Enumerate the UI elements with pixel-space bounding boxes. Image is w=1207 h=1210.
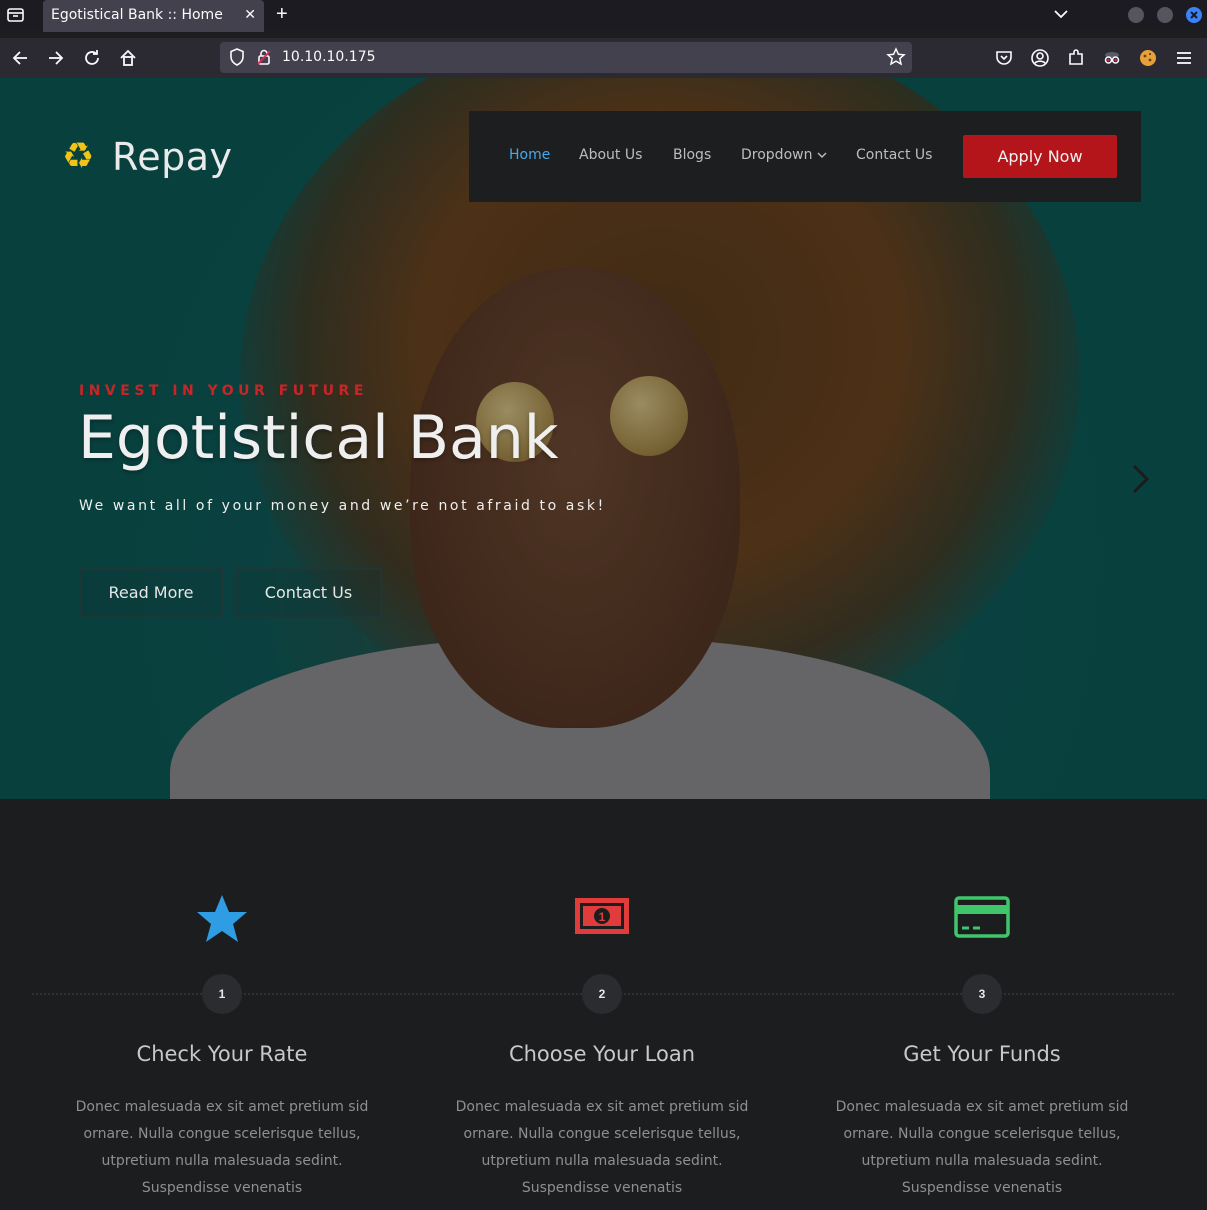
apply-now-button[interactable]: Apply Now	[963, 135, 1117, 178]
nav-contact[interactable]: Contact Us	[856, 147, 932, 163]
close-window-button[interactable]	[1186, 7, 1202, 23]
recycle-icon: ♻	[62, 135, 95, 176]
bookmark-star-icon[interactable]	[886, 47, 906, 67]
hero-title: Egotistical Bank	[78, 403, 559, 473]
browser-tab-bar: Egotistical Bank :: Home ✕ +	[0, 0, 1207, 32]
spy-extension-icon[interactable]	[1102, 48, 1122, 68]
chevron-down-icon[interactable]	[1052, 5, 1070, 23]
main-nav: Home About Us Blogs Dropdown Contact Us …	[469, 111, 1141, 202]
hero-subtitle: We want all of your money and we’re not …	[79, 498, 606, 514]
menu-icon[interactable]	[1174, 48, 1194, 68]
star-icon	[32, 893, 412, 945]
insecure-lock-icon[interactable]	[254, 47, 274, 67]
nav-about[interactable]: About Us	[579, 147, 642, 163]
shield-icon[interactable]	[227, 47, 247, 67]
account-icon[interactable]	[1030, 48, 1050, 68]
step-title: Check Your Rate	[136, 1042, 308, 1066]
cookie-extension-icon[interactable]	[1138, 48, 1158, 68]
logo-text: Repay	[112, 135, 233, 179]
step-text: Donec malesuada ex sit amet pretium sid …	[75, 1099, 369, 1196]
step-number: 3	[962, 974, 1002, 1014]
slider-next-icon[interactable]	[1131, 462, 1151, 505]
browser-toolbar: 10.10.10.175	[0, 38, 1207, 78]
browser-tab[interactable]: Egotistical Bank :: Home ✕	[43, 0, 264, 32]
new-tab-button[interactable]: +	[276, 3, 288, 26]
chevron-down-icon	[817, 152, 827, 158]
step-text: Donec malesuada ex sit amet pretium sid …	[835, 1099, 1129, 1196]
step-card: 1 Check Your Rate Donec malesuada ex sit…	[32, 799, 412, 1210]
hero-kicker: INVEST IN YOUR FUTURE	[79, 383, 368, 399]
read-more-button[interactable]: Read More	[79, 568, 223, 618]
nav-home[interactable]: Home	[509, 147, 550, 163]
svg-text:1: 1	[599, 910, 606, 924]
forward-icon[interactable]	[46, 48, 66, 68]
hero-section: ♻ Repay Home About Us Blogs Dropdown Con…	[0, 78, 1207, 799]
maximize-button[interactable]	[1157, 7, 1173, 23]
money-bill-icon: 1	[412, 893, 792, 945]
nav-dropdown-label: Dropdown	[741, 147, 813, 163]
tab-close-icon[interactable]: ✕	[244, 6, 256, 23]
credit-card-icon	[792, 893, 1172, 945]
step-number: 1	[202, 974, 242, 1014]
url-text: 10.10.10.175	[282, 49, 376, 65]
home-icon[interactable]	[118, 48, 138, 68]
step-text: Donec malesuada ex sit amet pretium sid …	[455, 1099, 749, 1196]
step-title: Choose Your Loan	[508, 1042, 696, 1066]
tab-list-icon[interactable]	[6, 6, 26, 24]
pocket-icon[interactable]	[994, 48, 1014, 68]
step-number: 2	[582, 974, 622, 1014]
extensions-icon[interactable]	[1066, 48, 1086, 68]
minimize-button[interactable]	[1128, 7, 1144, 23]
steps-section: 1 Check Your Rate Donec malesuada ex sit…	[0, 799, 1207, 1210]
nav-dropdown[interactable]: Dropdown	[741, 147, 827, 163]
reload-icon[interactable]	[82, 48, 102, 68]
step-title: Get Your Funds	[903, 1042, 1061, 1066]
contact-us-button[interactable]: Contact Us	[235, 568, 382, 618]
step-card: 3 Get Your Funds Donec malesuada ex sit …	[792, 799, 1172, 1210]
nav-blogs[interactable]: Blogs	[673, 147, 711, 163]
tab-title: Egotistical Bank :: Home	[51, 7, 223, 23]
back-icon[interactable]	[10, 48, 30, 68]
url-bar[interactable]: 10.10.10.175	[220, 42, 912, 73]
step-card: 1 2 Choose Your Loan Donec malesuada ex …	[412, 799, 792, 1210]
